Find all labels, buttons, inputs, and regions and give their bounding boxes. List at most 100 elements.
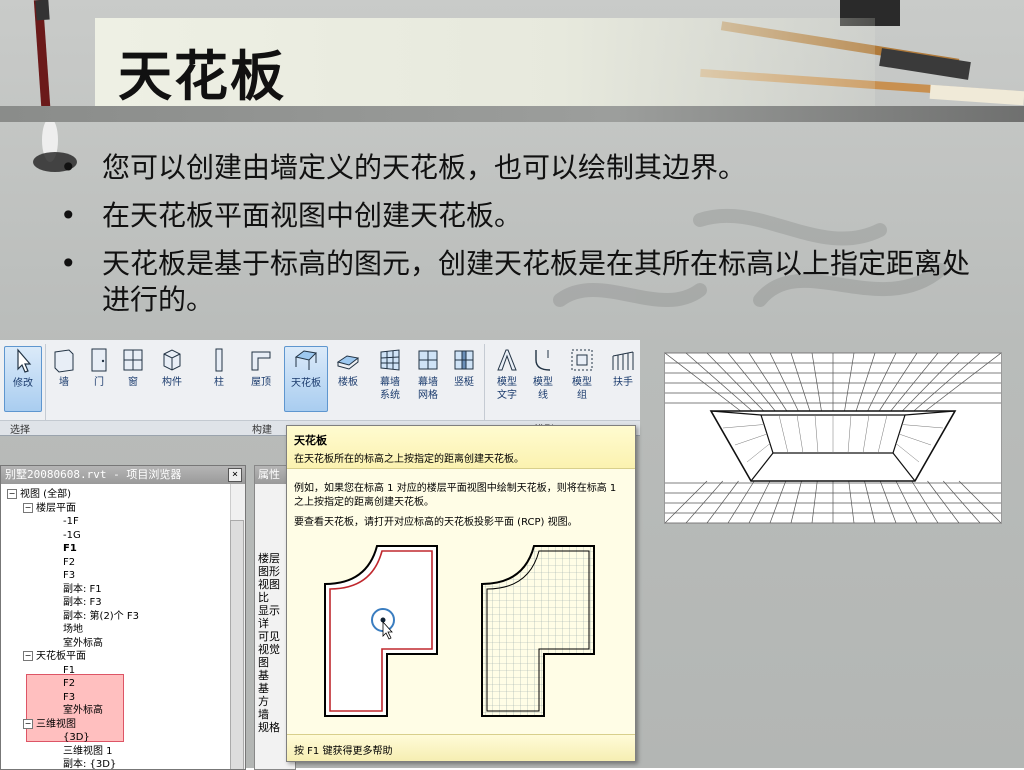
ceiling-outline-after	[481, 545, 595, 717]
model-line-button[interactable]: 模型 线	[526, 346, 560, 410]
tree-item[interactable]: F1	[63, 664, 75, 677]
tooltip-description: 在天花板所在的标高之上按指定的距离创建天花板。	[294, 454, 524, 465]
project-browser: 别墅20080608.rvt - 项目浏览器 × − 视图 (全部) − 楼层平面 -1…	[0, 465, 246, 770]
tree-item[interactable]: 副本: {3D}	[63, 758, 116, 769]
curtain-grid-button[interactable]: 幕墙 网格	[410, 346, 446, 410]
tooltip-title: 天花板	[294, 434, 327, 447]
property-row[interactable]: 显示	[258, 604, 280, 617]
door-button[interactable]: 门	[84, 346, 114, 410]
model-text-icon	[497, 349, 517, 371]
modify-button[interactable]: 修改	[4, 346, 42, 412]
perspective-line	[879, 480, 897, 523]
perspective-line	[685, 480, 724, 523]
floor-icon	[336, 355, 360, 370]
tree-item[interactable]: 场地	[63, 623, 83, 636]
wall-button[interactable]: 墙	[48, 346, 80, 410]
perspective-line	[911, 480, 939, 523]
railing-button[interactable]: 扶手	[608, 346, 638, 410]
bullet-dot: •	[60, 247, 77, 280]
tree-item[interactable]: -1G	[63, 529, 81, 542]
tree-item-label: -1G	[63, 529, 81, 541]
perspective-line	[958, 480, 1001, 523]
brush-left-icon	[33, 0, 77, 172]
ceiling-button[interactable]: 天花板	[284, 346, 328, 412]
property-row[interactable]: 基	[258, 682, 269, 695]
column-icon	[215, 348, 223, 372]
curtain-system-button[interactable]: 幕墙 系统	[372, 346, 408, 410]
tree-item-label: F1	[63, 664, 76, 676]
tree-item-label: 副本: 第(2)个 F3	[63, 610, 140, 622]
expand-toggle-icon[interactable]: −	[7, 489, 17, 499]
tree-item[interactable]: − 三维视图	[23, 718, 76, 731]
tree-item[interactable]: − 视图 (全部)	[7, 488, 71, 501]
column-button[interactable]: 柱	[204, 346, 234, 410]
tree-item[interactable]: {3D}	[63, 731, 90, 744]
floor-button[interactable]: 楼板	[330, 346, 366, 410]
perspective-line	[706, 480, 739, 523]
perspective-line	[790, 480, 802, 523]
tree-item[interactable]: 三维视图 1	[63, 745, 113, 758]
tree-item[interactable]: 室外标高	[63, 637, 103, 650]
property-row[interactable]: 规格	[258, 721, 280, 734]
tree-item[interactable]: F2	[63, 677, 75, 690]
perspective-line	[811, 353, 822, 412]
property-row[interactable]: 可见	[258, 630, 280, 643]
perspective-line	[665, 480, 708, 523]
group-label-select: 选择	[0, 420, 44, 436]
tree-item[interactable]: 副本: F3	[63, 596, 102, 609]
window-button[interactable]: 窗	[118, 346, 148, 410]
perspective-line	[769, 480, 787, 523]
mullion-button[interactable]: 竖梃	[448, 346, 480, 410]
ceiling-perspective-image	[664, 352, 1002, 524]
property-row[interactable]: 视图	[258, 578, 280, 591]
property-row[interactable]: 比	[258, 591, 269, 604]
tooltip-paragraph: 要查看天花板，请打开对应标高的天花板投影平面 (RCP) 视图。	[294, 517, 578, 528]
tree-item-label: 楼层平面	[36, 502, 76, 514]
roof-icon	[251, 351, 271, 371]
model-group-icon	[571, 349, 593, 371]
property-row[interactable]: 视觉	[258, 643, 280, 656]
tree-item[interactable]: 副本: F1	[63, 583, 102, 596]
tree-item[interactable]: F3	[63, 569, 75, 582]
property-row[interactable]: 墙	[258, 708, 269, 721]
tree-item[interactable]: 副本: 第(2)个 F3	[63, 610, 139, 623]
tree-item[interactable]: − 天花板平面	[23, 650, 86, 663]
model-group-button[interactable]: 模型 组	[564, 346, 600, 410]
perspective-line	[811, 480, 818, 523]
scroll-thumb[interactable]	[230, 520, 244, 769]
tree-item[interactable]: F2	[63, 556, 75, 569]
expand-toggle-icon[interactable]: −	[23, 502, 33, 513]
tree-item[interactable]: -1F	[63, 515, 79, 528]
tooltip-body: 例如，如果您在标高 1 对应的楼层平面视图中绘制天花板，则将在标高 1 之上按指…	[294, 482, 628, 536]
browser-scrollbar[interactable]	[230, 484, 245, 769]
tree-item[interactable]: 室外标高	[63, 704, 103, 717]
expand-toggle-icon[interactable]: −	[23, 651, 33, 661]
expand-toggle-icon[interactable]: −	[23, 718, 33, 729]
window-icon	[123, 349, 143, 371]
property-row[interactable]: 图	[258, 656, 269, 669]
roof-button[interactable]: 屋顶	[242, 346, 280, 410]
perspective-line	[925, 353, 1001, 412]
tree-item-label: F2	[63, 678, 76, 689]
bullet-list: • 您可以创建由墙定义的天花板，也可以绘制其边界。 • 在天花板平面视图中创建天花板…	[60, 150, 990, 330]
tree-item[interactable]: − 楼层平面	[23, 502, 76, 515]
perspective-line	[942, 480, 981, 523]
property-row[interactable]: 图形	[258, 565, 280, 578]
tree-item-label: 室外标高	[63, 637, 103, 649]
tooltip-paragraph: 例如，如果您在标高 1 对应的楼层平面视图中绘制天花板，则将在标高 1 之上按指…	[294, 483, 617, 508]
tree-item[interactable]: F3	[63, 691, 75, 704]
property-row[interactable]: 详	[258, 617, 269, 630]
tree-item[interactable]: F1	[63, 542, 77, 555]
curtain-grid-icon	[418, 350, 438, 370]
perspective-line	[895, 480, 918, 523]
property-row[interactable]: 楼层	[258, 552, 280, 565]
close-icon[interactable]: ×	[228, 468, 242, 482]
property-row[interactable]: 基	[258, 669, 269, 682]
component-button[interactable]: 构件	[152, 346, 192, 410]
perspective-line	[848, 480, 855, 523]
property-row[interactable]: 方	[258, 695, 269, 708]
tree-item-label: -1F	[63, 516, 79, 527]
ribbon-toolbar: 修改 选择 墙 门 窗 构件 柱 屋顶 天花板 楼板 幕墙 系统 幕墙 网格 竖…	[0, 340, 640, 436]
model-text-button[interactable]: 模型 文字	[490, 346, 524, 410]
tree-item-label: 天花板平面	[36, 651, 86, 662]
